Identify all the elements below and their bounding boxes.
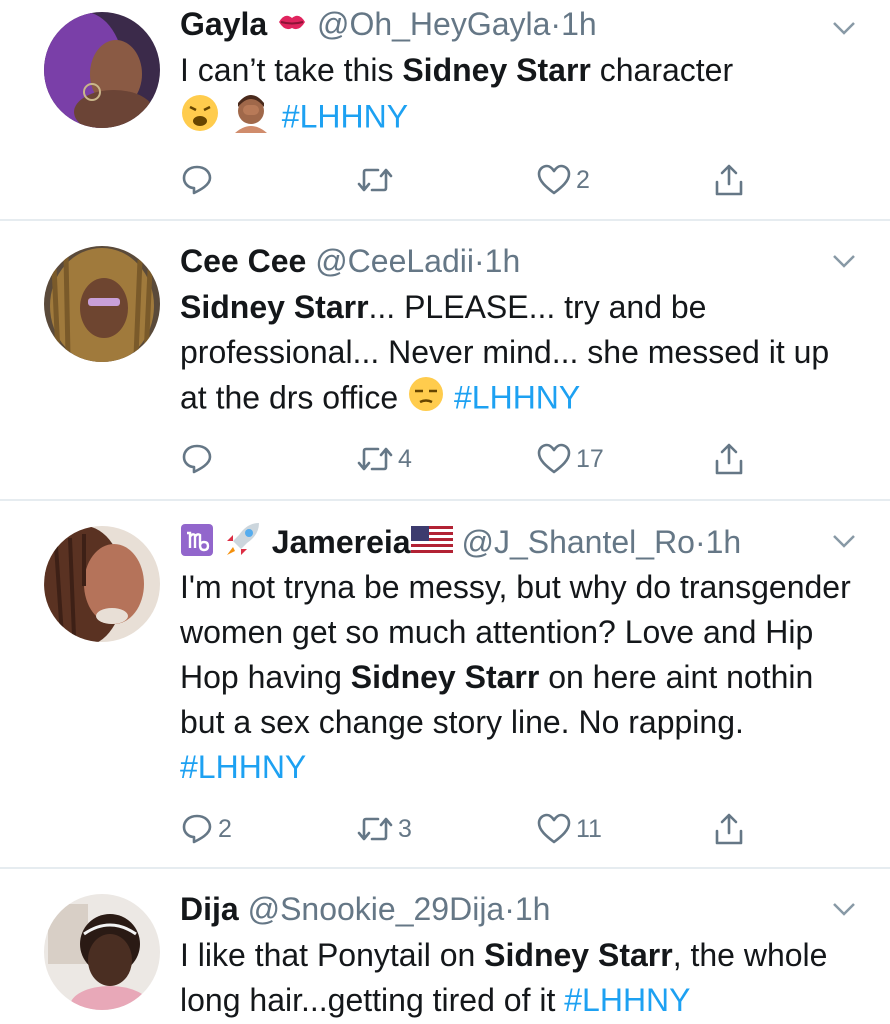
tweet-actions: 2 3 11	[180, 809, 780, 849]
reply-icon	[182, 444, 212, 474]
text-segment: I can’t take this	[180, 52, 403, 88]
retweet-icon	[357, 168, 393, 192]
hashtag-link[interactable]: #LHHNY	[282, 98, 408, 134]
timestamp[interactable]: 1h	[706, 524, 742, 560]
timestamp[interactable]: 1h	[515, 891, 551, 927]
share-icon	[715, 164, 743, 196]
reply-count: 2	[218, 814, 232, 843]
share-button[interactable]	[712, 160, 746, 200]
weary-face-emoji	[180, 93, 220, 145]
hashtag-link[interactable]: #LHHNY	[454, 379, 580, 415]
tweet-text: Sidney Starr... PLEASE... try and be pro…	[180, 285, 860, 425]
facepalm-emoji	[229, 93, 273, 145]
display-name[interactable]: Jamereia	[272, 524, 411, 560]
user-handle[interactable]: @Oh_HeyGayla	[317, 6, 550, 42]
tweet-text: I like that Ponytail on Sidney Starr, th…	[180, 933, 860, 1023]
reply-button[interactable]	[180, 439, 218, 479]
tweet-actions: 4 17	[180, 439, 780, 479]
retweet-button[interactable]	[356, 160, 398, 200]
avatar[interactable]	[44, 526, 160, 642]
like-count: 11	[576, 814, 602, 843]
tweet-1[interactable]: Gayla @Oh_HeyGayla·1h I can’t take this …	[0, 0, 890, 220]
separator-dot: ·	[694, 523, 706, 560]
text-segment: I like that Ponytail on	[180, 937, 485, 973]
heart-icon	[537, 813, 571, 844]
retweet-button[interactable]: 4	[356, 439, 412, 479]
avatar[interactable]	[44, 894, 160, 1010]
tweet-text: I can’t take this Sidney Starr character…	[180, 48, 860, 145]
tweet-header: Jamereia @J_Shantel_Ro·1h	[180, 521, 850, 561]
separator-dot: ·	[550, 6, 562, 42]
share-icon	[715, 443, 743, 475]
tweet-header: Gayla @Oh_HeyGayla·1h	[180, 4, 850, 44]
user-handle[interactable]: @Snookie_29Dija	[248, 891, 505, 927]
separator-dot: ·	[473, 243, 485, 279]
like-count: 17	[576, 444, 604, 473]
user-handle[interactable]: @J_Shantel_Ro	[461, 524, 695, 560]
kiss-mark-emoji	[276, 6, 308, 47]
display-name[interactable]: Gayla	[180, 6, 267, 42]
reply-icon	[182, 814, 212, 844]
timestamp[interactable]: 1h	[561, 6, 597, 42]
rocket-emoji	[223, 521, 263, 568]
heart-icon	[537, 164, 571, 195]
avatar[interactable]	[44, 12, 160, 128]
reply-button[interactable]	[180, 160, 218, 200]
reply-icon	[182, 165, 212, 195]
chevron-down-icon[interactable]	[832, 253, 856, 269]
timestamp[interactable]: 1h	[485, 243, 521, 279]
like-button[interactable]: 11	[536, 809, 602, 849]
avatar[interactable]	[44, 246, 160, 362]
tweet-text: I'm not tryna be messy, but why do trans…	[180, 565, 860, 790]
retweet-icon	[357, 447, 393, 471]
bold-segment: Sidney Starr	[350, 659, 540, 695]
unamused-face-emoji	[407, 375, 445, 425]
share-button[interactable]	[712, 439, 746, 479]
bold-segment: Sidney Starr	[402, 52, 591, 88]
retweet-count: 3	[398, 814, 412, 843]
tweet-actions: 2	[180, 160, 780, 200]
bold-segment: Sidney Starr	[180, 289, 369, 325]
bold-segment: Sidney Starr	[484, 937, 673, 973]
capricorn-emoji	[180, 523, 214, 566]
chevron-down-icon[interactable]	[832, 901, 856, 917]
like-count: 2	[576, 165, 590, 194]
retweet-button[interactable]: 3	[356, 809, 412, 849]
chevron-down-icon[interactable]	[832, 533, 856, 549]
text-segment: character	[590, 52, 734, 88]
heart-icon	[537, 443, 571, 474]
us-flag-emoji	[410, 525, 453, 565]
like-button[interactable]: 17	[536, 439, 604, 479]
share-button[interactable]	[712, 809, 746, 849]
display-name[interactable]: Cee Cee	[180, 243, 306, 279]
display-name[interactable]: Dija	[180, 891, 239, 927]
hashtag-link[interactable]: #LHHNY	[564, 982, 690, 1018]
tweet-4[interactable]: Dija @Snookie_29Dija·1h I like that Pony…	[0, 869, 890, 1024]
separator-dot: ·	[504, 891, 515, 927]
tweet-header: Cee Cee @CeeLadii·1h	[180, 241, 850, 281]
tweet-header: Dija @Snookie_29Dija·1h	[180, 889, 850, 929]
retweet-icon	[357, 817, 393, 841]
reply-button[interactable]: 2	[180, 809, 232, 849]
retweet-count: 4	[398, 444, 412, 473]
tweet-3[interactable]: Jamereia @J_Shantel_Ro·1h I'm not tryna …	[0, 501, 890, 867]
share-icon	[715, 813, 743, 845]
user-handle[interactable]: @CeeLadii	[315, 243, 474, 279]
like-button[interactable]: 2	[536, 160, 590, 200]
hashtag-link[interactable]: #LHHNY	[180, 749, 306, 785]
tweet-2[interactable]: Cee Cee @CeeLadii·1h Sidney Starr... PLE…	[0, 221, 890, 499]
chevron-down-icon[interactable]	[832, 20, 856, 36]
